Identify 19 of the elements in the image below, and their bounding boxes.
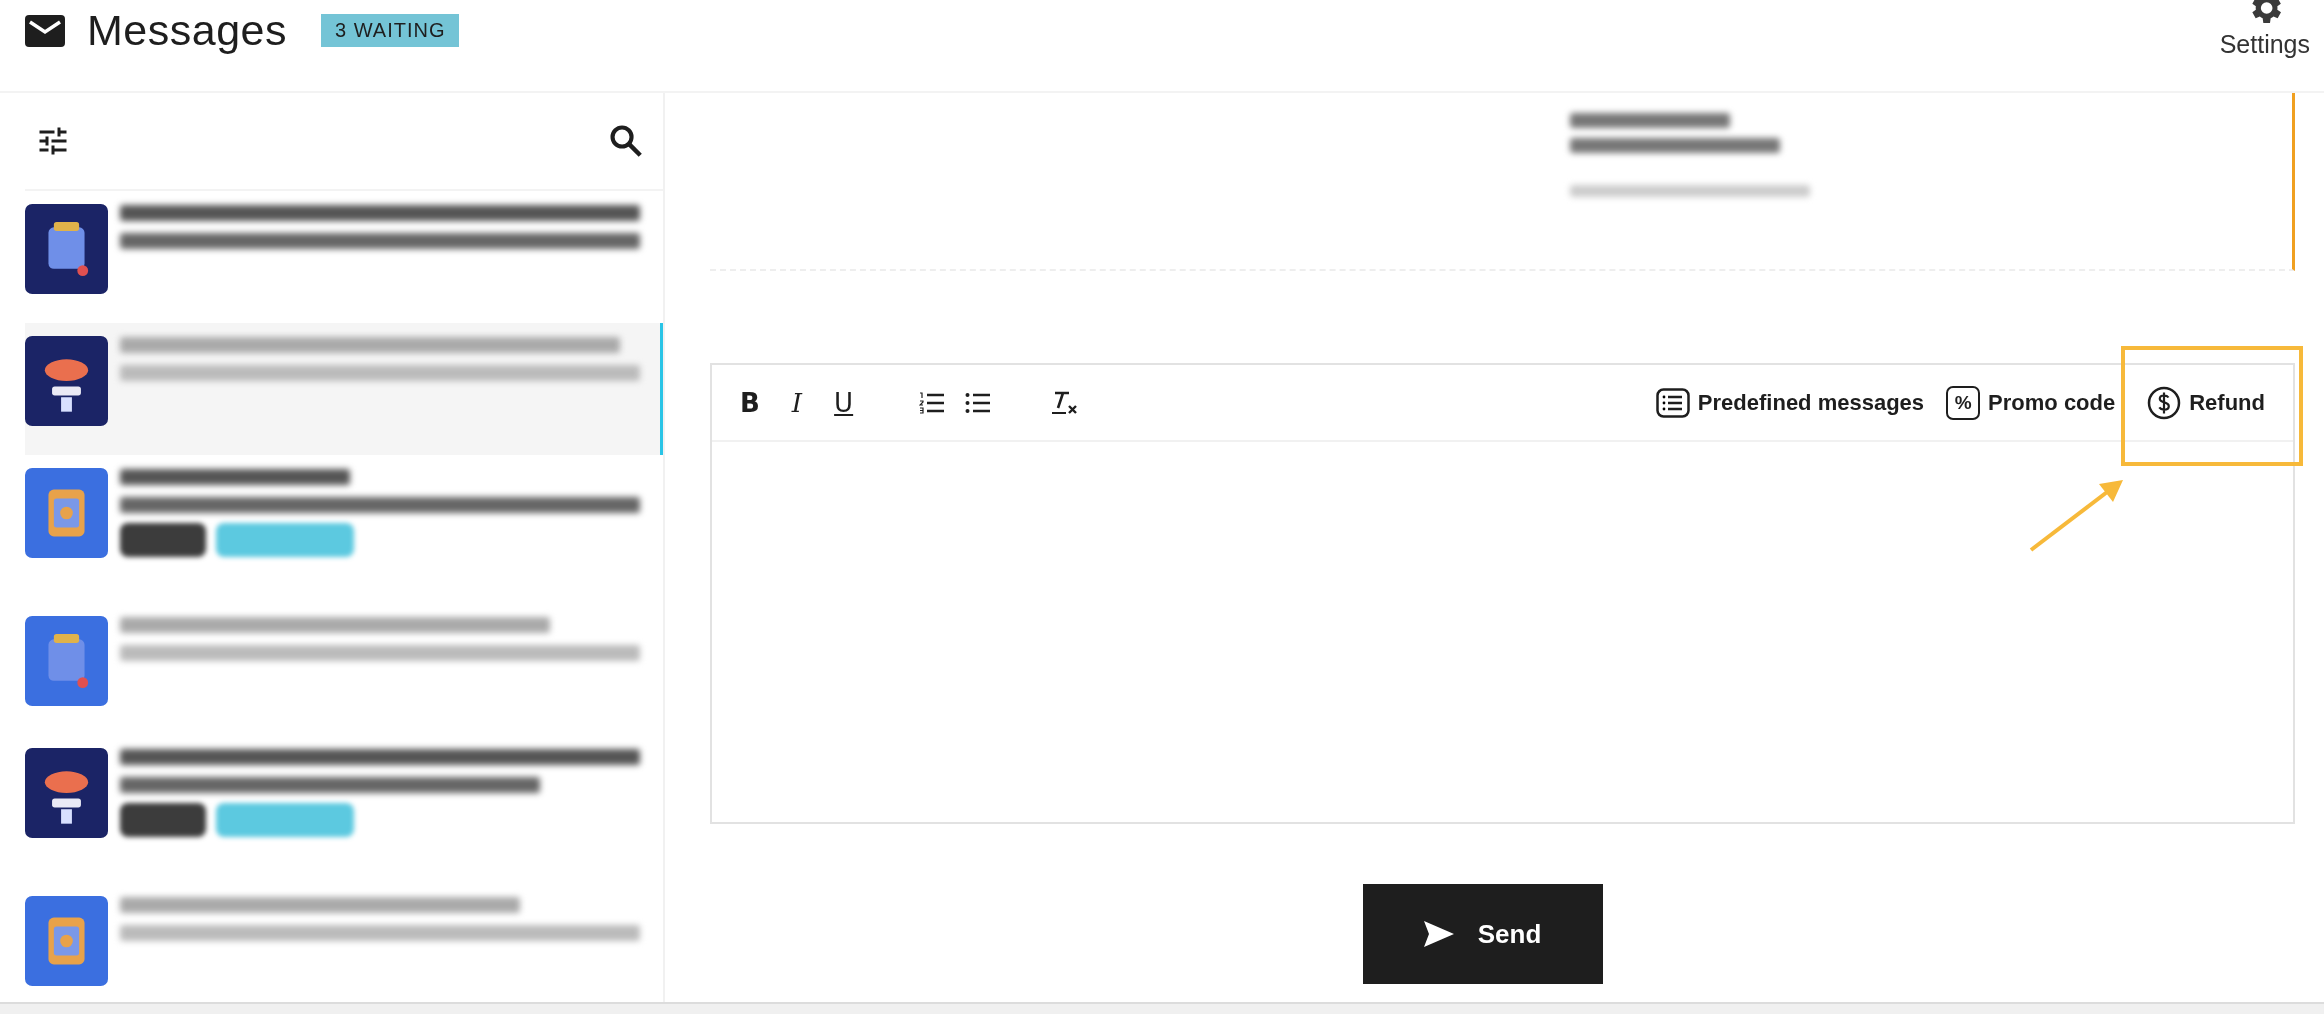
dollar-icon bbox=[2147, 385, 2182, 420]
refund-button[interactable]: Refund bbox=[2147, 385, 2265, 420]
bullet-list-icon[interactable] bbox=[965, 391, 992, 414]
clear-format-icon[interactable] bbox=[1051, 389, 1080, 416]
percent-icon: % bbox=[1946, 385, 1981, 420]
list-icon bbox=[1655, 387, 1690, 418]
numbered-list-icon[interactable] bbox=[919, 391, 946, 414]
waiting-badge: 3 WAITING bbox=[321, 14, 460, 47]
promo-button[interactable]: % Promo code bbox=[1946, 385, 2116, 420]
italic-button[interactable]: I bbox=[785, 387, 809, 418]
conversation-item[interactable] bbox=[25, 323, 663, 455]
predefined-button[interactable]: Predefined messages bbox=[1655, 387, 1925, 418]
settings-label[interactable]: Settings bbox=[2219, 30, 2310, 59]
page-title: Messages bbox=[87, 6, 287, 55]
bold-button[interactable]: B bbox=[734, 387, 766, 418]
send-icon bbox=[1423, 921, 1454, 947]
send-button[interactable]: Send bbox=[1362, 884, 1603, 984]
underline-button[interactable]: U bbox=[828, 387, 860, 418]
mail-icon bbox=[25, 14, 65, 47]
